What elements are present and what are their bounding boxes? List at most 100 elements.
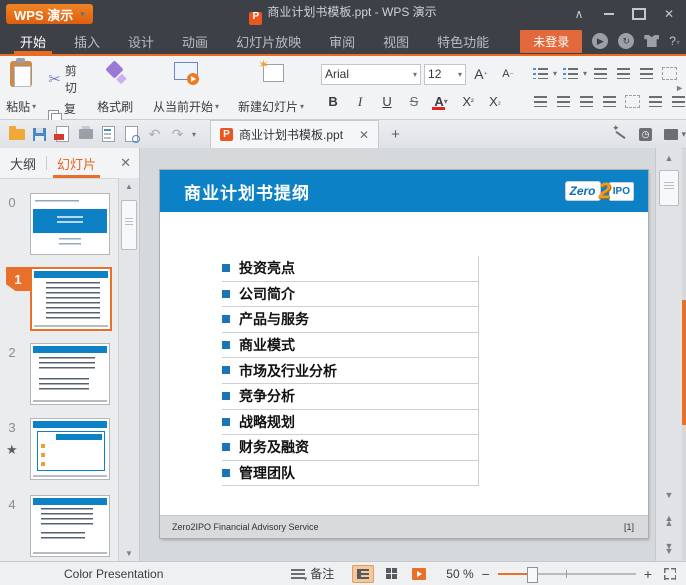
quick-access-dropdown-icon[interactable]: ▾ — [192, 130, 196, 139]
thumbnail-scrollbar-thumb[interactable] — [121, 200, 137, 250]
font-family-select[interactable]: Arial ▾ — [321, 63, 422, 85]
skin-icon[interactable] — [644, 35, 660, 47]
align-left-button[interactable] — [530, 92, 550, 110]
export-pdf-button[interactable] — [54, 126, 71, 142]
font-color-button[interactable]: A ▾ — [429, 92, 453, 112]
tab-outline[interactable]: 大纲 — [0, 148, 46, 178]
ribbon-expand-arrow[interactable]: ► — [675, 83, 684, 93]
chevron-down-icon[interactable]: ▾ — [553, 69, 557, 78]
help-button[interactable]: ?▾ — [669, 34, 680, 48]
play-circle-icon[interactable]: ▶ — [592, 33, 609, 49]
italic-button[interactable]: I — [348, 92, 372, 112]
bullet-item[interactable]: 投资亮点 — [222, 256, 479, 282]
ribbon-tab-设计[interactable]: 设计 — [114, 28, 168, 54]
paragraph-spacing-button[interactable] — [668, 92, 686, 110]
save-button[interactable] — [31, 126, 48, 142]
document-check-button[interactable] — [123, 126, 140, 143]
increase-indent-button[interactable] — [613, 65, 633, 83]
bullet-item[interactable]: 市场及行业分析 — [222, 358, 479, 384]
slide-bullet-list[interactable]: 投资亮点 公司简介 产品与服务 商业模式 市场及行业分析 竞争分析 战略规划 财务及融资 管理团… — [222, 256, 479, 487]
slide-sorter-view-button[interactable] — [380, 565, 402, 583]
document-tab[interactable]: P 商业计划书模板.ppt ✕ — [210, 120, 380, 148]
align-right-button[interactable] — [576, 92, 596, 110]
next-slide-button[interactable]: ▼ ▼ — [656, 542, 682, 556]
slide-thumbnail-2[interactable] — [30, 343, 110, 405]
ribbon-tab-特色功能[interactable]: 特色功能 — [423, 28, 503, 54]
slide-editor-canvas[interactable]: 商业计划书提纲 Zero 2 IPO 投资亮点 公司简介 产品与服务 商业模式 市场及行… — [140, 148, 656, 562]
justify-button[interactable] — [599, 92, 619, 110]
chevron-down-icon[interactable]: ▾ — [583, 69, 587, 78]
bullet-item[interactable]: 财务及融资 — [222, 435, 479, 461]
bold-button[interactable]: B — [321, 92, 345, 112]
bullet-item[interactable]: 商业模式 — [222, 332, 479, 359]
undo-button[interactable]: ↶ — [146, 126, 163, 142]
cut-button[interactable]: ✂ 剪切 — [44, 60, 89, 98]
zoom-out-button[interactable]: − — [482, 566, 490, 582]
slide-page[interactable]: 商业计划书提纲 Zero 2 IPO 投资亮点 公司简介 产品与服务 商业模式 市场及行… — [160, 170, 648, 538]
ribbon-tab-视图[interactable]: 视图 — [369, 28, 423, 54]
zoom-slider[interactable] — [497, 566, 636, 583]
bullet-list-button[interactable] — [530, 65, 550, 83]
minimize-button[interactable] — [596, 3, 622, 25]
ribbon-tab-审阅[interactable]: 审阅 — [315, 28, 369, 54]
bullet-item[interactable]: 公司简介 — [222, 281, 479, 308]
slideshow-view-button[interactable] — [408, 565, 430, 583]
wps-menu-button[interactable]: ⚑ WPS 演示 ▾ — [6, 4, 93, 24]
ribbon-tab-幻灯片放映[interactable]: 幻灯片放映 — [222, 28, 315, 54]
distribute-button[interactable] — [622, 92, 642, 110]
bullet-item[interactable]: 管理团队 — [222, 460, 479, 487]
open-file-button[interactable] — [8, 126, 25, 142]
scroll-up-icon[interactable]: ▲ — [119, 182, 139, 191]
scroll-down-icon[interactable]: ▼ — [656, 490, 682, 500]
history-clock-icon[interactable]: ◷ — [639, 127, 652, 141]
zoom-slider-handle[interactable] — [526, 566, 538, 583]
maximize-button[interactable] — [626, 3, 652, 25]
slide-thumbnail-0[interactable] — [30, 193, 110, 255]
slide-title-bar[interactable]: 商业计划书提纲 Zero 2 IPO — [160, 170, 648, 212]
shrink-font-button[interactable]: A ⁻ — [496, 64, 520, 84]
align-center-button[interactable] — [553, 92, 573, 110]
scroll-up-icon[interactable]: ▲ — [656, 153, 682, 163]
bullet-item[interactable]: 产品与服务 — [222, 307, 479, 333]
underline-button[interactable]: U — [375, 92, 399, 112]
print-button[interactable] — [77, 126, 94, 142]
new-document-tab-button[interactable]: + — [391, 126, 400, 143]
slide-thumbnail-3[interactable] — [30, 418, 110, 480]
workspace-layout-icon[interactable] — [664, 128, 686, 140]
font-size-select[interactable]: 12 ▾ — [424, 63, 467, 85]
ribbon-tab-开始[interactable]: 开始 — [6, 28, 60, 54]
previous-slide-button[interactable]: ▲ ▲ — [656, 514, 682, 528]
sync-circle-icon[interactable]: ↻ — [618, 33, 635, 49]
decrease-indent-button[interactable] — [590, 65, 610, 83]
task-pane-handle[interactable] — [682, 300, 686, 425]
collapse-ribbon-icon[interactable]: ∧ — [566, 3, 592, 25]
redo-button[interactable]: ↷ — [169, 126, 186, 142]
paste-button[interactable]: 粘贴 ▾ — [0, 56, 42, 119]
numbered-list-button[interactable] — [560, 65, 580, 83]
subscript-button[interactable]: X₂ — [483, 92, 507, 112]
grow-font-button[interactable]: A ⁺ — [469, 64, 493, 84]
canvas-scrollbar[interactable]: ▲ ▼ ▲ ▲ ▼ ▼ — [655, 148, 682, 562]
close-button[interactable]: ✕ — [656, 3, 682, 25]
close-document-icon[interactable]: ✕ — [359, 128, 369, 142]
slide-title[interactable]: 商业计划书提纲 — [184, 179, 310, 204]
close-panel-icon[interactable]: ✕ — [120, 155, 131, 171]
bullet-item[interactable]: 战略规划 — [222, 409, 479, 436]
line-spacing-button[interactable] — [645, 92, 665, 110]
play-from-current-button[interactable]: 从当前开始 ▾ — [143, 56, 229, 119]
ribbon-tab-插入[interactable]: 插入 — [60, 28, 114, 54]
new-slide-button[interactable]: 新建幻灯片▾ — [229, 56, 313, 119]
format-painter-button[interactable]: 格式刷 — [91, 56, 139, 119]
bullet-item[interactable]: 竞争分析 — [222, 383, 479, 410]
superscript-button[interactable]: X² — [456, 92, 480, 112]
fit-to-window-icon[interactable] — [664, 567, 676, 580]
login-button[interactable]: 未登录 — [520, 29, 583, 53]
text-direction-button[interactable] — [636, 65, 656, 83]
print-preview-button[interactable] — [100, 126, 117, 142]
canvas-scrollbar-thumb[interactable] — [659, 170, 679, 206]
notes-button[interactable]: 备注 — [291, 565, 334, 583]
thumbnail-scrollbar[interactable]: ▲ ▼ — [118, 178, 139, 562]
strikethrough-button[interactable]: S — [402, 92, 426, 112]
zoom-in-button[interactable]: + — [644, 566, 652, 582]
slide-thumbnail-1[interactable]: 1 — [6, 267, 112, 331]
